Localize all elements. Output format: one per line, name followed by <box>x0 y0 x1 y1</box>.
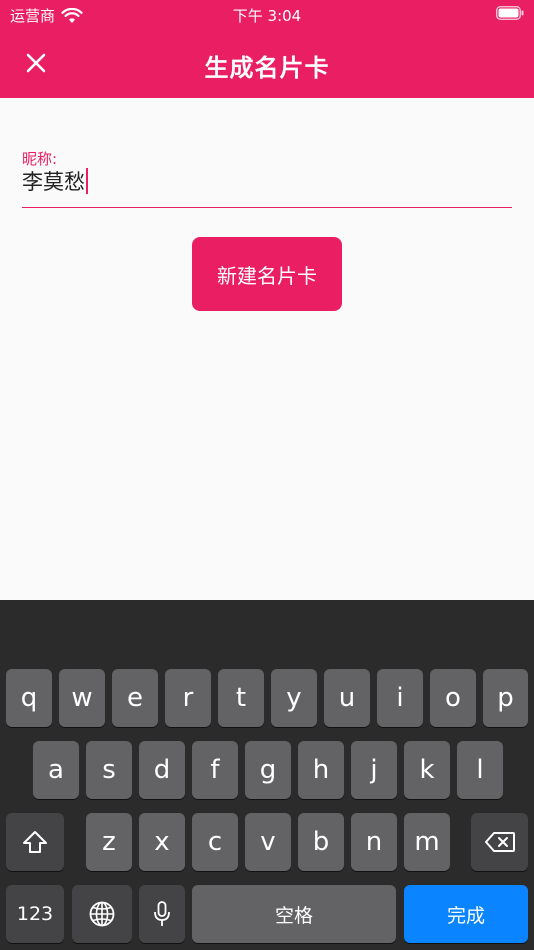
globe-key[interactable] <box>72 885 132 943</box>
key-m[interactable]: m <box>404 813 450 871</box>
globe-icon <box>89 901 115 927</box>
key-i[interactable]: i <box>377 669 423 727</box>
key-q[interactable]: q <box>6 669 52 727</box>
key-e[interactable]: e <box>112 669 158 727</box>
key-f[interactable]: f <box>192 741 238 799</box>
key-o[interactable]: o <box>430 669 476 727</box>
key-c[interactable]: c <box>192 813 238 871</box>
shift-key[interactable] <box>6 813 64 871</box>
text-caret <box>86 168 88 194</box>
delete-key[interactable] <box>471 813 528 871</box>
key-w[interactable]: w <box>59 669 105 727</box>
key-u[interactable]: u <box>324 669 370 727</box>
shift-icon <box>23 831 47 853</box>
key-n[interactable]: n <box>351 813 397 871</box>
key-k[interactable]: k <box>404 741 450 799</box>
key-b[interactable]: b <box>298 813 344 871</box>
keyboard: q w e r t y u i o p a s d f g h j k l z … <box>0 600 534 950</box>
key-z[interactable]: z <box>86 813 132 871</box>
microphone-icon <box>154 901 170 926</box>
key-h[interactable]: h <box>298 741 344 799</box>
space-key[interactable]: 空格 <box>192 885 396 943</box>
page-title: 生成名片卡 <box>204 54 330 82</box>
numbers-key[interactable]: 123 <box>6 885 64 943</box>
header: 运营商 下午 3:04 生成名片卡 <box>0 0 534 98</box>
battery-icon <box>496 6 524 20</box>
key-l[interactable]: l <box>457 741 503 799</box>
app-bar: 生成名片卡 <box>0 28 534 98</box>
key-s[interactable]: s <box>86 741 132 799</box>
screen: 运营商 下午 3:04 生成名片卡 昵称: 李莫愁 新建名片卡 q w e r … <box>0 0 534 950</box>
nickname-field[interactable]: 昵称: 李莫愁 <box>22 148 512 208</box>
key-p[interactable]: p <box>483 669 528 727</box>
backspace-icon <box>484 832 515 852</box>
key-g[interactable]: g <box>245 741 291 799</box>
status-time: 下午 3:04 <box>232 7 302 25</box>
nickname-value: 李莫愁 <box>22 170 85 194</box>
nickname-input[interactable]: 李莫愁 <box>22 166 512 196</box>
status-bar: 运营商 下午 3:04 <box>0 0 534 28</box>
key-j[interactable]: j <box>351 741 397 799</box>
key-a[interactable]: a <box>33 741 79 799</box>
key-v[interactable]: v <box>245 813 291 871</box>
key-r[interactable]: r <box>165 669 211 727</box>
key-t[interactable]: t <box>218 669 264 727</box>
key-y[interactable]: y <box>271 669 317 727</box>
create-card-button[interactable]: 新建名片卡 <box>192 237 342 311</box>
key-x[interactable]: x <box>139 813 185 871</box>
microphone-key[interactable] <box>139 885 185 943</box>
done-key[interactable]: 完成 <box>404 885 528 943</box>
key-d[interactable]: d <box>139 741 185 799</box>
